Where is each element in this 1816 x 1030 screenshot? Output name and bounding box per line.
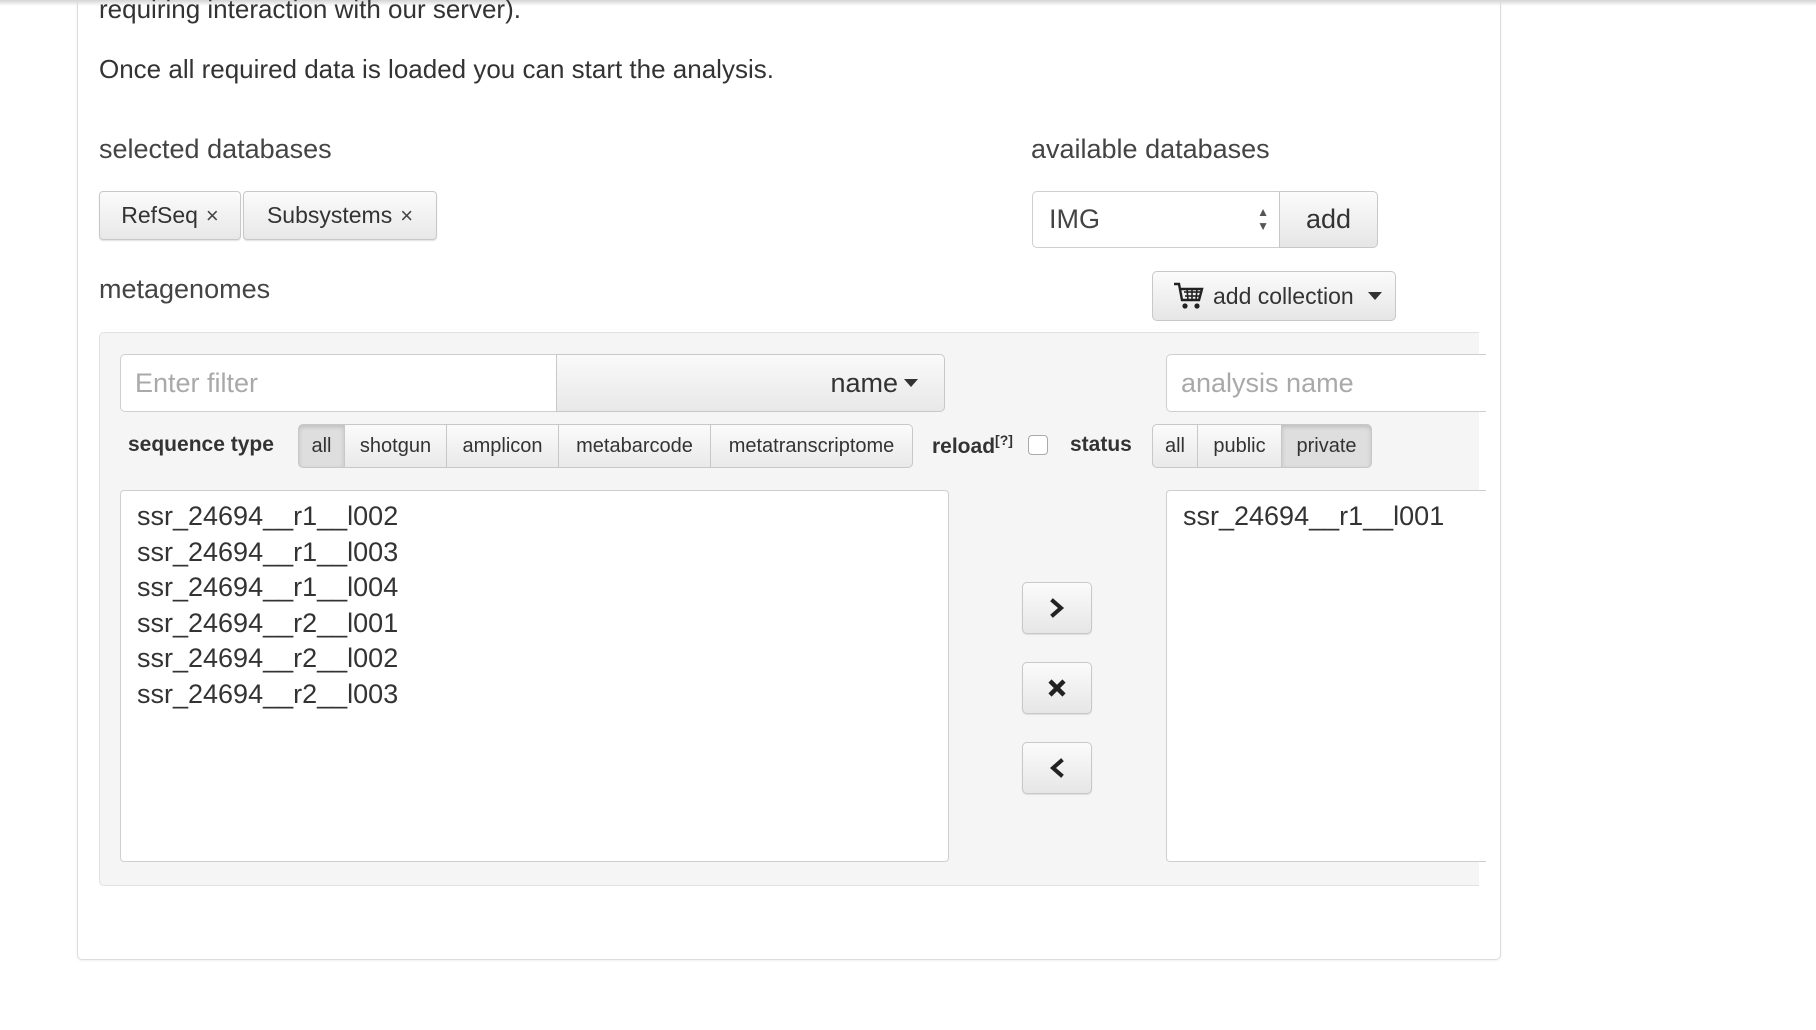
close-icon[interactable]: ×: [206, 203, 219, 229]
reload-label: reload[?]: [932, 432, 1013, 459]
add-collection-label: add collection: [1213, 282, 1354, 309]
status-private[interactable]: private: [1282, 424, 1372, 468]
chip-label: Subsystems: [266, 202, 393, 228]
close-icon: [1048, 679, 1066, 697]
add-database-button[interactable]: add: [1279, 191, 1378, 248]
sort-field-dropdown[interactable]: name: [556, 354, 945, 412]
remove-button[interactable]: [1022, 662, 1092, 714]
filter-input[interactable]: Enter filter: [120, 354, 557, 412]
sequence-type-metatranscriptome[interactable]: metatranscriptome: [711, 424, 913, 468]
database-chip-refseq[interactable]: RefSeq ×: [99, 191, 241, 240]
reload-checkbox[interactable]: [1028, 435, 1048, 455]
caret-down-icon: [1367, 292, 1382, 300]
select-value: IMG: [1049, 204, 1100, 234]
status-button-group: all public private: [1152, 424, 1372, 468]
sequence-type-amplicon[interactable]: amplicon: [447, 424, 559, 468]
sequence-type-label: sequence type: [128, 433, 274, 456]
list-item[interactable]: ssr_24694__r1__l003: [137, 535, 932, 571]
reload-help-link[interactable]: [?]: [995, 432, 1013, 448]
available-databases-label: available databases: [1031, 134, 1270, 164]
chevron-right-icon: [1050, 598, 1065, 618]
status-all[interactable]: all: [1152, 424, 1198, 468]
list-item[interactable]: ssr_24694__r1__l002: [137, 499, 932, 535]
sequence-type-shotgun[interactable]: shotgun: [345, 424, 447, 468]
list-item[interactable]: ssr_24694__r2__l003: [137, 677, 932, 713]
database-chip-subsystems[interactable]: Subsystems ×: [243, 191, 437, 240]
status-public[interactable]: public: [1198, 424, 1282, 468]
analysis-name-input[interactable]: analysis name: [1166, 354, 1486, 412]
intro-text-line2: Once all required data is loaded you can…: [99, 54, 774, 84]
chip-label: RefSeq: [121, 202, 198, 228]
selected-databases-label: selected databases: [99, 134, 332, 164]
available-databases-select[interactable]: IMG ▲ ▼: [1032, 191, 1280, 248]
close-icon[interactable]: ×: [400, 203, 413, 229]
sequence-type-button-group: all shotgun amplicon metabarcode metatra…: [298, 424, 913, 468]
list-item[interactable]: ssr_24694__r2__l001: [137, 606, 932, 642]
sequence-type-metabarcode[interactable]: metabarcode: [559, 424, 711, 468]
cart-icon: [1174, 282, 1204, 309]
status-label: status: [1070, 433, 1132, 456]
reload-label-text: reload: [932, 435, 996, 458]
metagenomes-label: metagenomes: [99, 274, 271, 304]
list-item[interactable]: ssr_24694__r2__l002: [137, 641, 932, 677]
available-metagenomes-list[interactable]: ssr_24694__r1__l002 ssr_24694__r1__l003 …: [120, 490, 949, 862]
sequence-type-all[interactable]: all: [298, 424, 345, 468]
sort-field-label: name: [830, 367, 898, 398]
intro-text-line1: requiring interaction with our server).: [99, 0, 521, 24]
add-collection-button[interactable]: add collection: [1152, 271, 1396, 321]
selected-metagenomes-list[interactable]: ssr_24694__r1__l001: [1166, 490, 1486, 862]
chevron-left-icon: [1049, 758, 1064, 778]
list-item[interactable]: ssr_24694__r1__l004: [137, 570, 932, 606]
list-item[interactable]: ssr_24694__r1__l001: [1183, 499, 1470, 535]
select-arrows-icon: ▲ ▼: [1257, 205, 1269, 233]
move-left-button[interactable]: [1022, 742, 1092, 794]
move-right-button[interactable]: [1022, 582, 1092, 634]
caret-down-icon: [904, 379, 918, 387]
